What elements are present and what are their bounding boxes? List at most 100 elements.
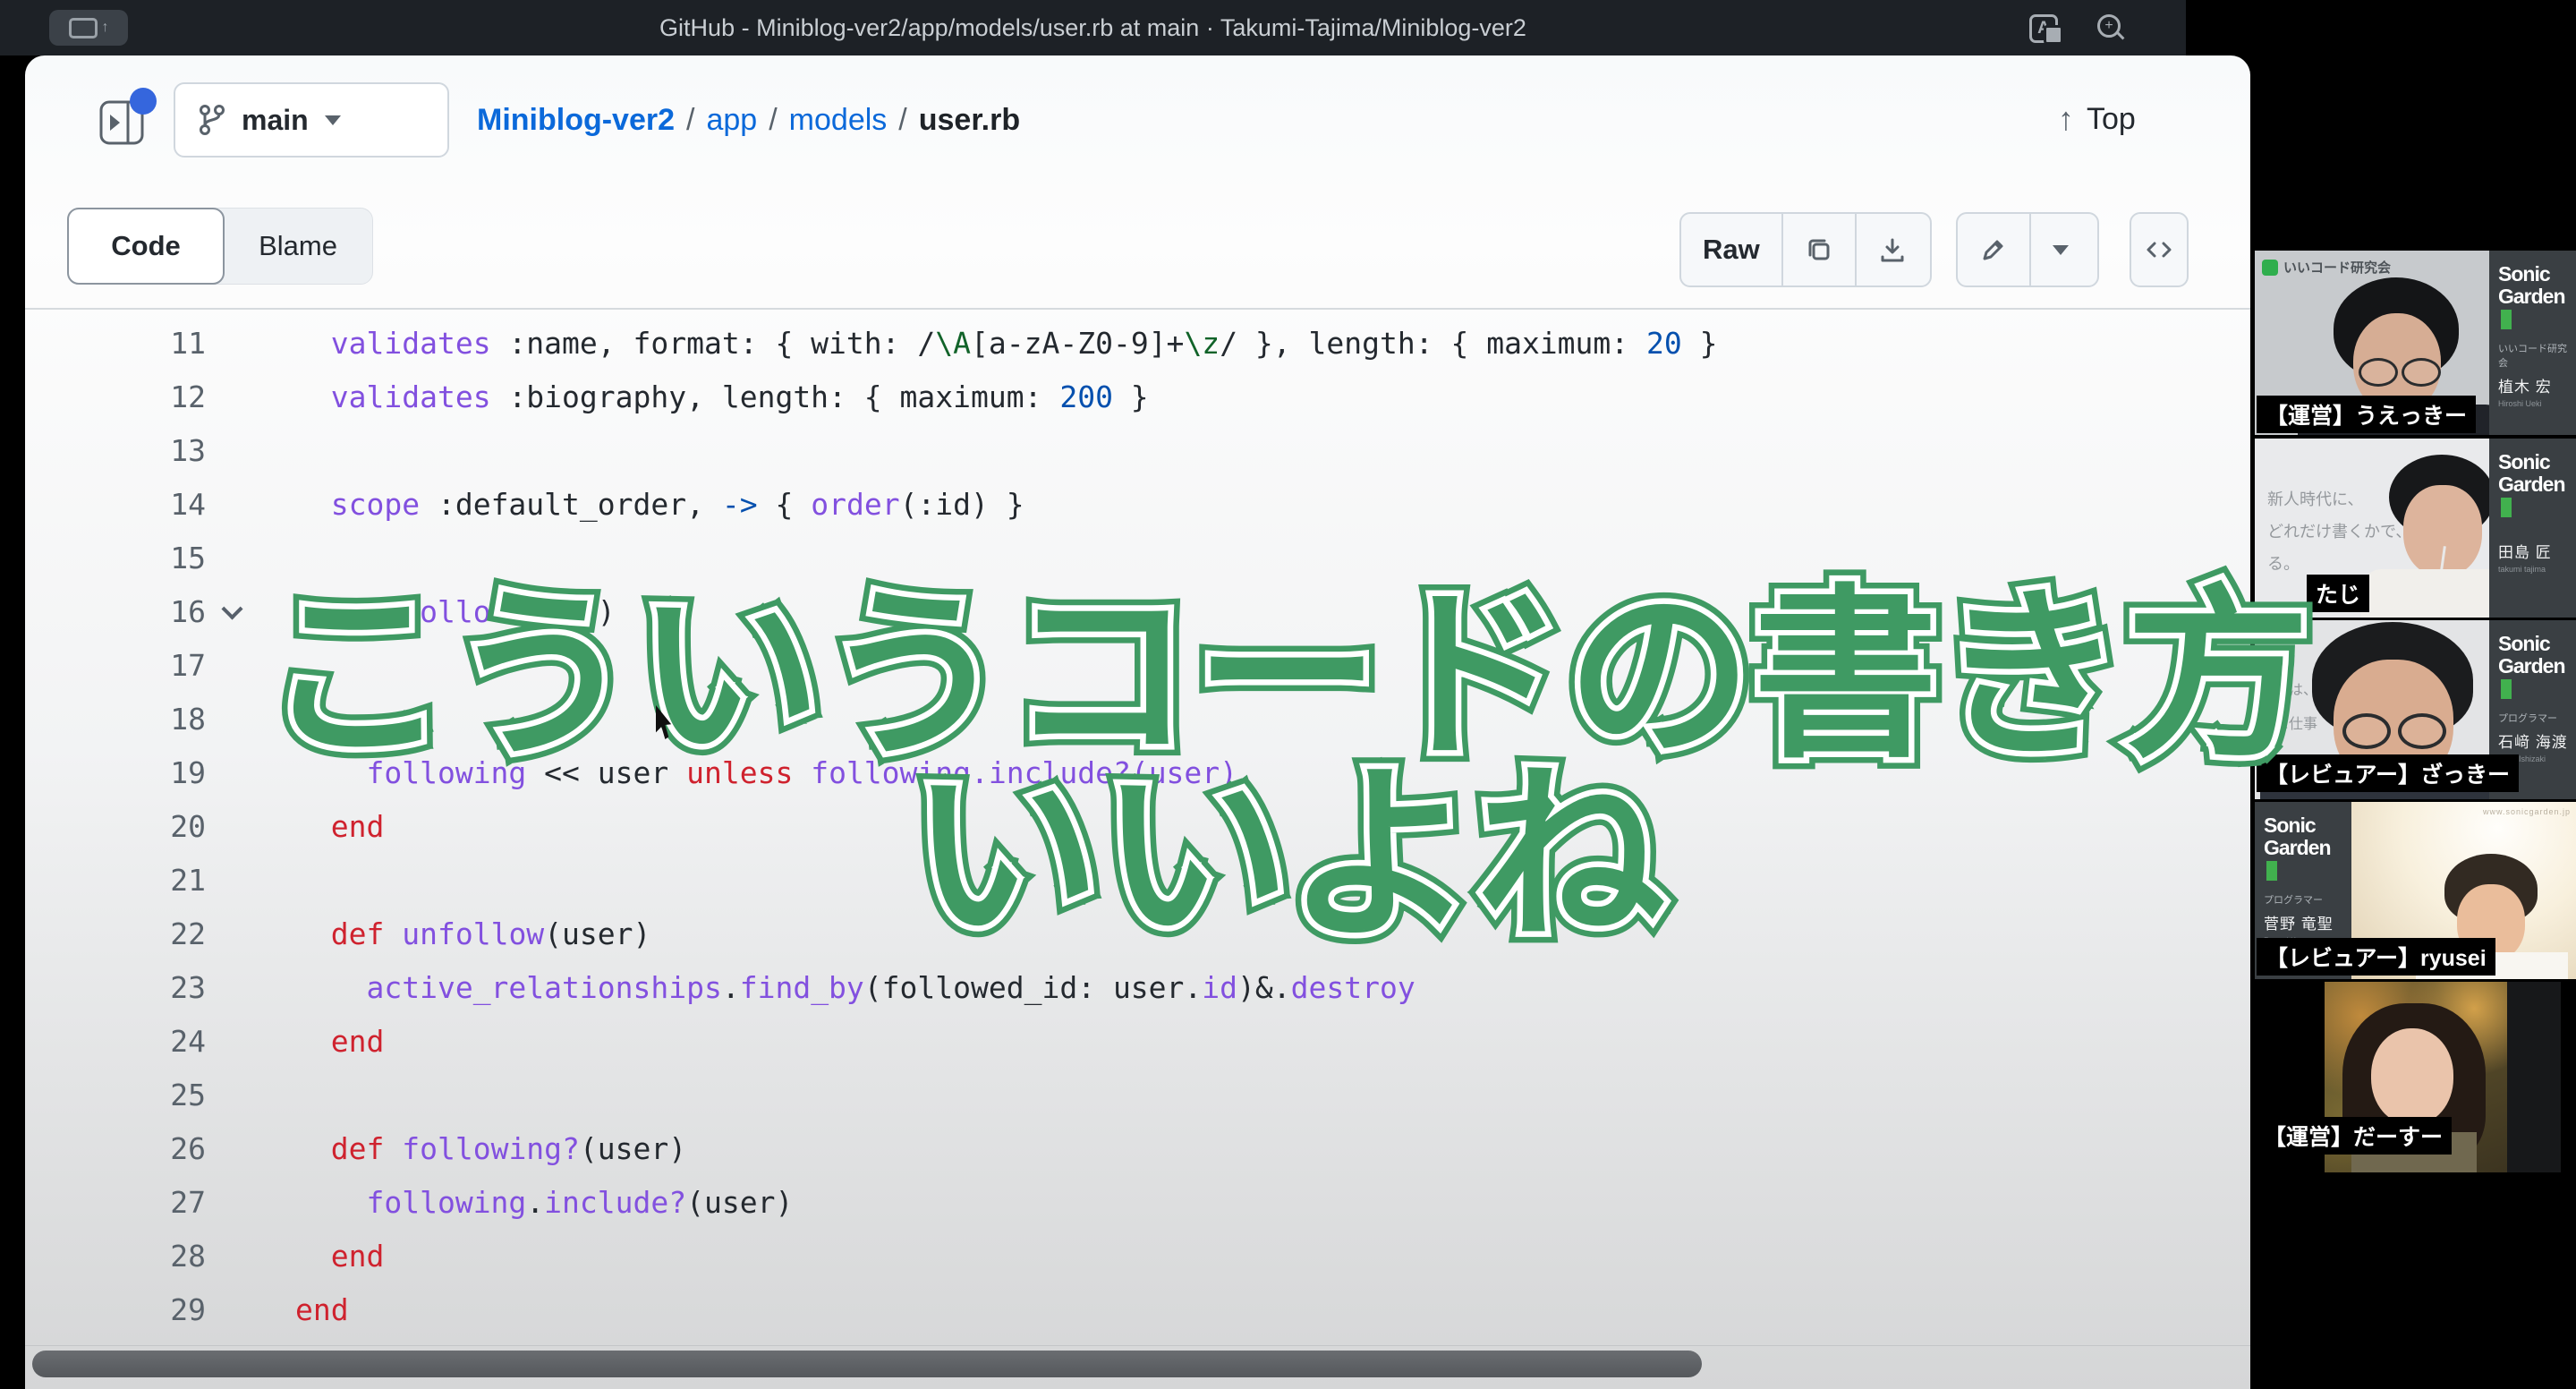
line-number[interactable]: 17 bbox=[25, 639, 206, 693]
code-text: def unfollow(user) bbox=[295, 908, 650, 961]
line-number[interactable]: 29 bbox=[25, 1283, 206, 1337]
copy-button[interactable] bbox=[1781, 214, 1855, 285]
edit-button-group bbox=[1956, 212, 2099, 287]
branch-icon bbox=[199, 105, 225, 135]
window-title: GitHub - Miniblog-ver2/app/models/user.r… bbox=[659, 14, 1526, 41]
code-lines: 11 validates :name, format: { with: /\A[… bbox=[25, 317, 2250, 1337]
breadcrumb-path-link[interactable]: models bbox=[789, 103, 888, 138]
org-name: Sonic Garden bbox=[2498, 633, 2573, 700]
code-line: 16 def follow(user) bbox=[25, 585, 2250, 639]
tab-blame[interactable]: Blame bbox=[224, 209, 372, 284]
line-number[interactable]: 22 bbox=[25, 908, 206, 961]
branch-selector[interactable]: main bbox=[174, 82, 449, 158]
pencil-icon bbox=[1979, 235, 2008, 264]
code-brackets-icon bbox=[2144, 234, 2174, 265]
scrollbar-track-line bbox=[25, 1345, 2250, 1346]
file-tree-toggle-button[interactable] bbox=[98, 95, 149, 147]
line-number[interactable]: 24 bbox=[25, 1015, 206, 1069]
glasses-icon bbox=[2342, 713, 2391, 749]
code-line: 29end bbox=[25, 1283, 2250, 1337]
code-line: 25 bbox=[25, 1069, 2250, 1122]
breadcrumb-file-name: user.rb bbox=[919, 103, 1020, 138]
tab-code[interactable]: Code bbox=[67, 208, 225, 285]
sonic-garden-panel: Sonic Garden 田島 匠 takumi tajima bbox=[2489, 439, 2576, 618]
org-name: Sonic Garden bbox=[2498, 451, 2573, 518]
code-text: end bbox=[295, 1230, 384, 1283]
member-role: プログラマー bbox=[2264, 892, 2351, 907]
participant-label: 【運営】うえっきー bbox=[2257, 396, 2476, 433]
line-number[interactable]: 27 bbox=[25, 1176, 206, 1230]
community-badge: いいコード研究会 bbox=[2262, 258, 2391, 277]
member-name: 植木 宏 bbox=[2498, 374, 2576, 396]
code-line: 11 validates :name, format: { with: /\A[… bbox=[25, 317, 2250, 371]
line-number[interactable]: 14 bbox=[25, 478, 206, 532]
org-name: Sonic Garden bbox=[2498, 263, 2573, 330]
breadcrumb-separator: / bbox=[757, 103, 788, 138]
tile-side-strip bbox=[2507, 982, 2561, 1172]
toolbar-divider bbox=[25, 308, 2250, 310]
org-name: Sonic Garden bbox=[2264, 814, 2339, 882]
breadcrumb-path-link[interactable]: app bbox=[706, 103, 757, 138]
poster-text: 新人時代に、 どれだけ書くかで、 る。 bbox=[2267, 483, 2411, 580]
zoom-icon[interactable]: + bbox=[2096, 13, 2130, 45]
code-text: end bbox=[295, 1015, 384, 1069]
code-line: 18 bbox=[25, 693, 2250, 746]
line-number[interactable]: 20 bbox=[25, 800, 206, 854]
browser-tab-button[interactable]: ↑ bbox=[49, 10, 128, 46]
line-number[interactable]: 15 bbox=[25, 532, 206, 585]
member-name: 菅野 竜聖 bbox=[2264, 911, 2351, 933]
code-line: 19 following << user unless following.in… bbox=[25, 746, 2250, 800]
code-text: validates :name, format: { with: /\A[a-z… bbox=[295, 317, 1718, 371]
code-line: 14 scope :default_order, -> { order(:id)… bbox=[25, 478, 2250, 532]
collapse-chevron-icon[interactable] bbox=[222, 600, 243, 621]
branch-name: main bbox=[242, 104, 309, 137]
line-number[interactable]: 19 bbox=[25, 746, 206, 800]
code-line: 17 bbox=[25, 639, 2250, 693]
line-number[interactable]: 21 bbox=[25, 854, 206, 908]
member-role: プログラマー bbox=[2498, 711, 2576, 725]
copy-icon bbox=[1805, 235, 1833, 264]
line-number[interactable]: 12 bbox=[25, 371, 206, 424]
participant-tile-taji: 新人時代に、 どれだけ書くかで、 る。 Sonic Garden 田島 匠 ta… bbox=[2255, 439, 2576, 618]
participant-tile-uekki: いいコード研究会 Sonic Garden いいコード研究会 植木 宏 Hiro… bbox=[2255, 251, 2576, 435]
breadcrumb-separator: / bbox=[887, 103, 918, 138]
line-number[interactable]: 16 bbox=[25, 585, 206, 639]
line-number[interactable]: 28 bbox=[25, 1230, 206, 1283]
member-name-en: takumi tajima bbox=[2498, 565, 2576, 574]
view-switcher: Code Blame bbox=[67, 208, 373, 285]
code-text: active_relationships.find_by(followed_id… bbox=[295, 961, 1416, 1015]
code-text: following << user unless following.inclu… bbox=[295, 746, 1237, 800]
code-line: 13 bbox=[25, 424, 2250, 478]
breadcrumb-repo-link[interactable]: Miniblog-ver2 bbox=[477, 103, 675, 138]
code-symbols-button[interactable] bbox=[2130, 212, 2189, 287]
edit-button[interactable] bbox=[1958, 214, 2029, 285]
raw-button[interactable]: Raw bbox=[1681, 214, 1781, 285]
video-frame: GitHub - Miniblog-ver2/app/models/user.r… bbox=[0, 0, 2576, 1389]
code-line: 26 def following?(user) bbox=[25, 1122, 2250, 1176]
line-number[interactable]: 18 bbox=[25, 693, 206, 746]
sonic-garden-panel: Sonic Garden いいコード研究会 植木 宏 Hiroshi Ueki bbox=[2489, 251, 2576, 435]
line-number[interactable]: 11 bbox=[25, 317, 206, 371]
code-text: end bbox=[295, 800, 384, 854]
watermark-text: www.sonicgarden.jp bbox=[2483, 807, 2571, 816]
line-number[interactable]: 23 bbox=[25, 961, 206, 1015]
translate-icon[interactable]: A bbox=[2029, 13, 2063, 45]
participant-tile-ryusei: www.sonicgarden.jp Sonic Garden プログラマー 菅… bbox=[2255, 802, 2576, 979]
participant-label: たじ bbox=[2307, 575, 2369, 612]
code-line: 23 active_relationships.find_by(followed… bbox=[25, 961, 2250, 1015]
member-team: いいコード研究会 bbox=[2498, 341, 2576, 370]
edit-dropdown-button[interactable] bbox=[2029, 214, 2090, 285]
horizontal-scrollbar-thumb[interactable] bbox=[32, 1351, 1702, 1377]
code-text: validates :biography, length: { maximum:… bbox=[295, 371, 1149, 424]
back-to-top-button[interactable]: ↑ Top bbox=[2058, 88, 2136, 150]
top-label: Top bbox=[2087, 102, 2136, 137]
download-button[interactable] bbox=[1855, 214, 1928, 285]
code-text: scope :default_order, -> { order(:id) } bbox=[295, 478, 1024, 532]
sonic-garden-green-square bbox=[2501, 310, 2512, 329]
notification-dot bbox=[130, 88, 157, 115]
line-number[interactable]: 26 bbox=[25, 1122, 206, 1176]
line-number[interactable]: 13 bbox=[25, 424, 206, 478]
code-line: 21 bbox=[25, 854, 2250, 908]
line-number[interactable]: 25 bbox=[25, 1069, 206, 1122]
code-line: 20 end bbox=[25, 800, 2250, 854]
